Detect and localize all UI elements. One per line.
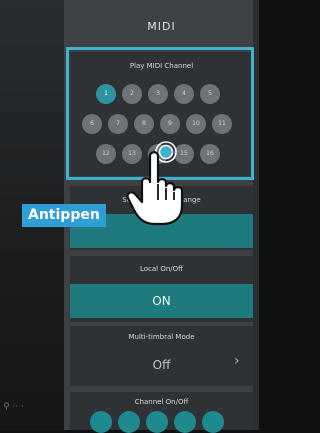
- channel-onoff-label: Channel On/Off: [134, 398, 189, 406]
- page-title: MIDI: [147, 20, 176, 33]
- local-toggle[interactable]: ON: [70, 284, 253, 318]
- tap-callout-badge: Antippen: [22, 204, 106, 227]
- multi-timbral-value[interactable]: Off: [70, 351, 253, 379]
- hand-pointer-icon: [126, 151, 184, 226]
- local-label: Local On/Off: [139, 265, 183, 273]
- chevron-right-icon[interactable]: ›: [234, 353, 240, 369]
- left-partial-text: ⚲ ·· ·: [3, 402, 24, 412]
- multi-timbral-label: Multi-timbral Mode: [128, 333, 195, 341]
